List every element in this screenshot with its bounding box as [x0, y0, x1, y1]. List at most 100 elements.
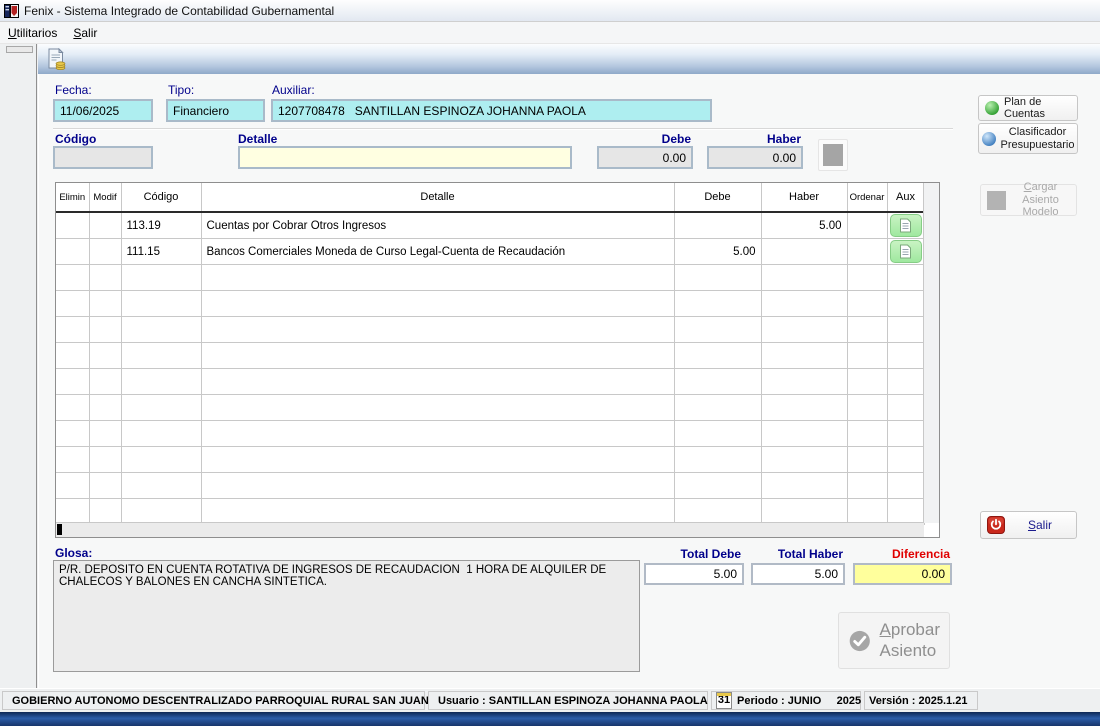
cell-ordenar[interactable] — [847, 212, 887, 239]
cell-debe[interactable] — [674, 212, 761, 239]
empty-row — [56, 473, 924, 499]
cell-detalle — [201, 473, 674, 499]
cell-ordenar — [847, 395, 887, 421]
menu-utilitarios[interactable]: Utilitarios — [0, 23, 65, 43]
column-header-c-digo[interactable]: Código — [121, 183, 201, 212]
status-usuario: Usuario : SANTILLAN ESPINOZA JOHANNA PAO… — [428, 691, 708, 710]
grid-vertical-scrollbar[interactable] — [923, 183, 939, 523]
status-entity-text: GOBIERNO AUTONOMO DESCENTRALIZADO PARROQ… — [12, 695, 429, 707]
cell-detalle — [201, 421, 674, 447]
new-entry-icon[interactable] — [46, 48, 67, 71]
power-icon — [987, 516, 1005, 534]
cell-modif — [89, 317, 121, 343]
gray-square-icon — [823, 144, 843, 166]
status-periodo: 31 Periodo : JUNIO 2025 — [711, 691, 861, 710]
cell-codigo — [121, 343, 201, 369]
detalle-input[interactable] — [238, 146, 572, 169]
cell-elimin — [56, 369, 89, 395]
cell-elimin — [56, 343, 89, 369]
cell-codigo[interactable]: 111.15 — [121, 239, 201, 265]
cell-aux — [887, 291, 924, 317]
column-header-detalle[interactable]: Detalle — [201, 183, 674, 212]
cell-codigo[interactable]: 113.19 — [121, 212, 201, 239]
cell-haber[interactable]: 5.00 — [761, 212, 847, 239]
empty-row — [56, 291, 924, 317]
cell-ordenar — [847, 265, 887, 291]
cell-detalle[interactable]: Cuentas por Cobrar Otros Ingresos — [201, 212, 674, 239]
fecha-field[interactable] — [53, 99, 153, 122]
empty-row — [56, 317, 924, 343]
grid-horizontal-scrollbar[interactable] — [56, 522, 924, 537]
column-header-aux[interactable]: Aux — [887, 183, 924, 212]
auxiliar-label: Auxiliar: — [272, 83, 315, 97]
cell-elimin[interactable] — [56, 212, 89, 239]
total-haber-field — [751, 563, 845, 585]
status-periodo-text: Periodo : JUNIO 2025 — [737, 695, 861, 707]
cell-codigo — [121, 395, 201, 421]
check-circle-icon — [848, 627, 872, 655]
window-title: Fenix - Sistema Integrado de Contabilida… — [24, 4, 334, 18]
cell-detalle — [201, 499, 674, 525]
column-header-debe[interactable]: Debe — [674, 183, 761, 212]
status-version: Versión : 2025.1.21 — [864, 691, 978, 710]
cell-elimin — [56, 473, 89, 499]
cell-modif — [89, 447, 121, 473]
cell-detalle — [201, 291, 674, 317]
cell-ordenar — [847, 291, 887, 317]
column-header-ordenar[interactable]: Ordenar — [847, 183, 887, 212]
cell-elimin[interactable] — [56, 239, 89, 265]
plan-de-cuentas-button[interactable]: Plan de Cuentas — [978, 95, 1078, 121]
auxiliar-field[interactable] — [271, 99, 712, 122]
menu-salir[interactable]: Salir — [65, 23, 105, 43]
tipo-field[interactable] — [166, 99, 265, 122]
empty-row — [56, 499, 924, 525]
left-side-panel — [0, 44, 37, 688]
fecha-label: Fecha: — [55, 83, 92, 97]
cell-aux[interactable] — [887, 212, 924, 239]
cargar-asiento-modelo-button: Cargar Asiento Modelo — [980, 184, 1077, 216]
salir-button[interactable]: Salir — [980, 511, 1077, 539]
glosa-textarea[interactable] — [53, 560, 640, 672]
cell-ordenar — [847, 369, 887, 395]
side-panel-handle[interactable] — [6, 46, 33, 53]
cell-haber — [761, 265, 847, 291]
column-header-elimin[interactable]: Elimin — [56, 183, 89, 212]
cell-haber — [761, 317, 847, 343]
add-line-button[interactable] — [818, 139, 848, 171]
tipo-label: Tipo: — [168, 83, 194, 97]
empty-row — [56, 265, 924, 291]
aux-button[interactable] — [890, 214, 922, 237]
cell-codigo — [121, 265, 201, 291]
cell-debe[interactable]: 5.00 — [674, 239, 761, 265]
cell-ordenar — [847, 421, 887, 447]
clasificador-presupuestario-button[interactable]: Clasificador Presupuestario — [978, 123, 1078, 154]
cell-detalle — [201, 265, 674, 291]
cell-codigo — [121, 369, 201, 395]
cell-ordenar[interactable] — [847, 239, 887, 265]
aux-button[interactable] — [890, 240, 922, 263]
cell-elimin — [56, 395, 89, 421]
aprobar-asiento-button[interactable]: Aprobar Asiento — [838, 612, 950, 669]
cell-codigo — [121, 499, 201, 525]
grid-hscroll-thumb[interactable] — [57, 524, 62, 535]
column-header-haber[interactable]: Haber — [761, 183, 847, 212]
cell-aux — [887, 369, 924, 395]
cell-detalle[interactable]: Bancos Comerciales Moneda de Curso Legal… — [201, 239, 674, 265]
cell-haber — [761, 343, 847, 369]
cell-aux — [887, 265, 924, 291]
cell-aux[interactable] — [887, 239, 924, 265]
column-header-modif[interactable]: Modif — [89, 183, 121, 212]
cell-codigo — [121, 317, 201, 343]
cell-detalle — [201, 395, 674, 421]
app-icon — [4, 4, 19, 18]
cell-detalle — [201, 369, 674, 395]
cell-haber[interactable] — [761, 239, 847, 265]
empty-row — [56, 369, 924, 395]
cell-debe — [674, 369, 761, 395]
total-debe-label: Total Debe — [645, 547, 741, 561]
cell-modif[interactable] — [89, 212, 121, 239]
cell-ordenar — [847, 499, 887, 525]
cell-ordenar — [847, 343, 887, 369]
codigo-label: Código — [55, 132, 96, 146]
cell-modif[interactable] — [89, 239, 121, 265]
